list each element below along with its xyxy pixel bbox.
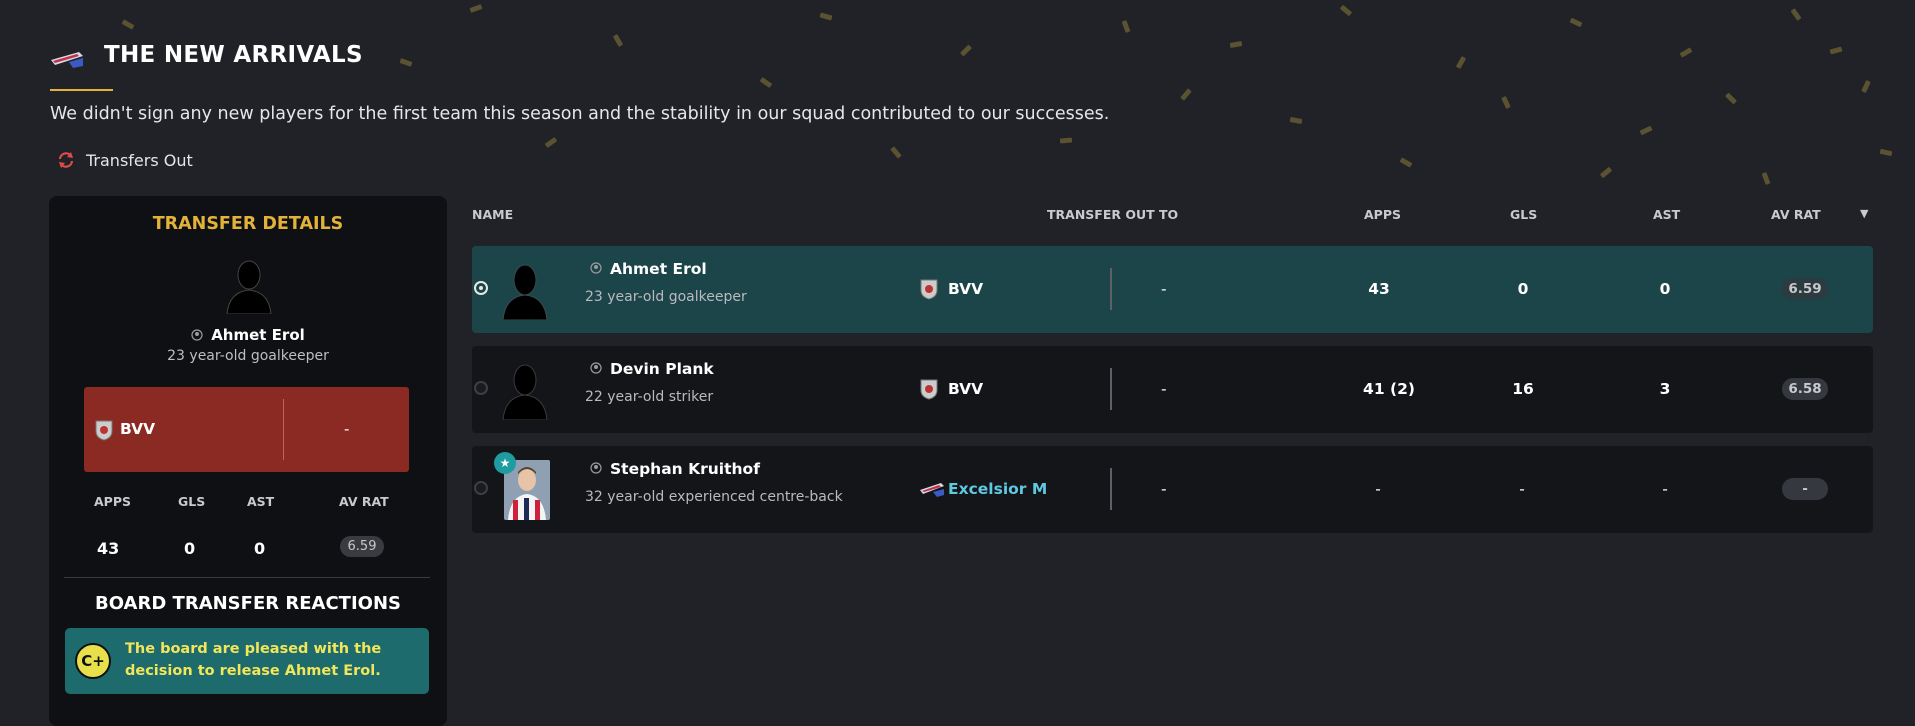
page-title: THE NEW ARRIVALS xyxy=(104,42,363,68)
player-name-link[interactable]: Stephan Kruithof xyxy=(610,460,760,478)
details-separator xyxy=(64,577,430,578)
details-club-name: BVV xyxy=(120,420,156,438)
apps-cell: - xyxy=(1375,480,1381,498)
board-reaction-text: The board are pleased with the decision … xyxy=(125,641,382,679)
table-row[interactable]: Ahmet Erol 23 year-old goalkeeper BVV - … xyxy=(472,246,1873,333)
av-rat-badge: 6.59 xyxy=(1782,278,1828,300)
player-desc: 23 year-old goalkeeper xyxy=(585,289,747,305)
details-avrat-badge: 6.59 xyxy=(340,536,384,557)
person-icon xyxy=(590,462,602,474)
ast-cell: - xyxy=(1662,480,1668,498)
table-row[interactable]: ★ Stephan Kruithof 32 year-old experienc… xyxy=(472,446,1873,533)
column-divider xyxy=(1110,468,1112,510)
board-grade-badge: C+ xyxy=(75,643,111,679)
details-player-desc: 23 year-old goalkeeper xyxy=(167,348,329,364)
details-player-name[interactable]: Ahmet Erol xyxy=(49,326,447,344)
details-ast-header: AST xyxy=(247,494,275,509)
transfer-details-panel: TRANSFER DETAILS Ahmet Erol 23 year-old … xyxy=(49,196,447,726)
person-icon xyxy=(590,262,602,274)
gls-cell: 0 xyxy=(1517,280,1529,298)
board-reactions-title: BOARD TRANSFER REACTIONS xyxy=(95,593,401,614)
player-silhouette-icon xyxy=(502,264,548,320)
player-name-link[interactable]: Ahmet Erol xyxy=(610,260,707,278)
table-row[interactable]: Devin Plank 22 year-old striker BVV - 41… xyxy=(472,346,1873,433)
player-silhouette-icon xyxy=(226,260,272,314)
details-ast-value: 0 xyxy=(254,539,266,558)
details-gls-header: GLS xyxy=(178,494,206,509)
details-apps-header: APPS xyxy=(94,494,131,509)
player-silhouette-icon xyxy=(502,364,548,420)
bvv-crest-icon xyxy=(920,279,938,300)
column-header-av-rat[interactable]: AV RAT xyxy=(1771,207,1821,222)
ast-cell: 3 xyxy=(1659,380,1671,398)
gls-cell: 16 xyxy=(1512,380,1534,398)
row-radio[interactable] xyxy=(474,281,488,295)
player-desc: 32 year-old experienced centre-back xyxy=(585,489,843,505)
sort-down-icon[interactable]: ▼ xyxy=(1860,207,1868,220)
column-divider xyxy=(1110,268,1112,310)
column-header-transfer-out-to[interactable]: TRANSFER OUT TO xyxy=(1047,207,1178,222)
club-link[interactable]: Excelsior M xyxy=(948,480,1047,498)
fee-cell: - xyxy=(1161,480,1167,498)
gls-cell: - xyxy=(1519,480,1525,498)
details-fee: - xyxy=(344,420,350,438)
column-divider xyxy=(1110,368,1112,410)
board-reaction-box: C+ The board are pleased with the decisi… xyxy=(65,628,429,694)
excelsior-logo-icon xyxy=(920,483,944,497)
club-link[interactable]: BVV xyxy=(948,380,983,398)
details-gls-value: 0 xyxy=(184,539,196,558)
club-card[interactable]: BVV - xyxy=(84,387,409,472)
bvv-crest-icon xyxy=(920,379,938,400)
bvv-crest-icon xyxy=(95,420,113,441)
player-name-link[interactable]: Devin Plank xyxy=(610,360,714,378)
card-divider xyxy=(283,399,284,460)
person-icon xyxy=(590,362,602,374)
transfer-details-title: TRANSFER DETAILS xyxy=(152,214,344,234)
av-rat-badge: 6.58 xyxy=(1782,378,1828,400)
column-header-gls[interactable]: GLS xyxy=(1510,207,1537,222)
details-avrat-header: AV RAT xyxy=(339,494,389,509)
av-rat-badge: - xyxy=(1782,478,1828,500)
details-apps-value: 43 xyxy=(97,539,120,558)
player-desc: 22 year-old striker xyxy=(585,389,714,405)
row-radio[interactable] xyxy=(474,381,488,395)
star-icon: ★ xyxy=(494,452,516,474)
apps-cell: 43 xyxy=(1368,280,1390,298)
row-radio[interactable] xyxy=(474,481,488,495)
ast-cell: 0 xyxy=(1659,280,1671,298)
column-header-name[interactable]: NAME xyxy=(472,207,513,222)
tab-transfers-out[interactable]: Transfers Out xyxy=(56,150,193,170)
fee-cell: - xyxy=(1161,380,1167,398)
apps-cell: 41 (2) xyxy=(1363,380,1415,398)
club-link[interactable]: BVV xyxy=(948,280,983,298)
tab-label: Transfers Out xyxy=(86,150,193,170)
title-underline xyxy=(50,89,113,91)
intro-text: We didn't sign any new players for the f… xyxy=(50,104,1110,124)
excelsior-logo-icon xyxy=(51,52,83,68)
column-header-ast[interactable]: AST xyxy=(1653,207,1680,222)
column-header-apps[interactable]: APPS xyxy=(1364,207,1401,222)
transfer-cycle-icon xyxy=(58,152,74,168)
person-icon xyxy=(191,327,203,341)
fee-cell: - xyxy=(1161,280,1167,298)
